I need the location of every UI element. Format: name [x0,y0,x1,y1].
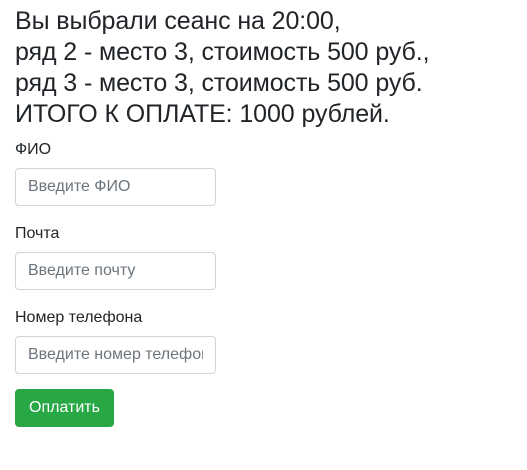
fio-group: ФИО [15,140,527,206]
phone-input[interactable] [15,336,216,374]
email-input[interactable] [15,252,216,290]
email-label: Почта [15,225,60,242]
phone-group: Номер телефона [15,308,527,374]
fio-label: ФИО [15,141,52,158]
summary-session-line: Вы выбрали сеанс на 20:00, [15,7,341,35]
summary-seat-line: ряд 2 - место 3, стоимость 500 руб., [15,38,430,66]
fio-input[interactable] [15,168,216,206]
email-group: Почта [15,224,527,290]
summary-total-line: ИТОГО К ОПЛАТЕ: 1000 рублей. [15,100,390,128]
phone-label: Номер телефона [15,309,143,326]
pay-button[interactable]: Оплатить [15,389,114,427]
booking-summary: Вы выбрали сеанс на 20:00, ряд 2 - место… [15,0,527,130]
summary-seat-line: ряд 3 - место 3, стоимость 500 руб. [15,69,423,97]
payment-form: ФИО Почта Номер телефона Оплатить [15,140,527,427]
booking-payment-page: Вы выбрали сеанс на 20:00, ряд 2 - место… [0,0,527,470]
